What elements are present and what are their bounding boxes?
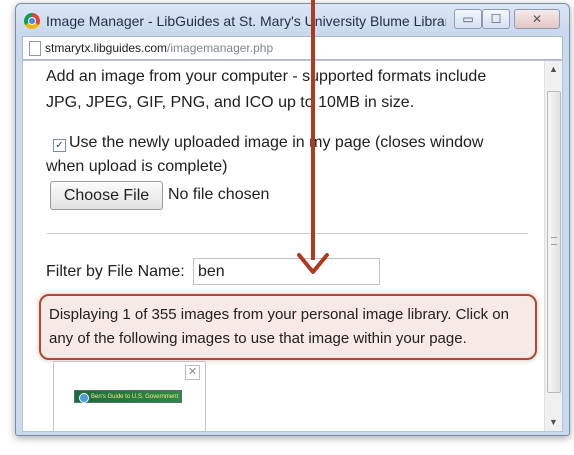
annotation-arrow xyxy=(297,0,329,274)
